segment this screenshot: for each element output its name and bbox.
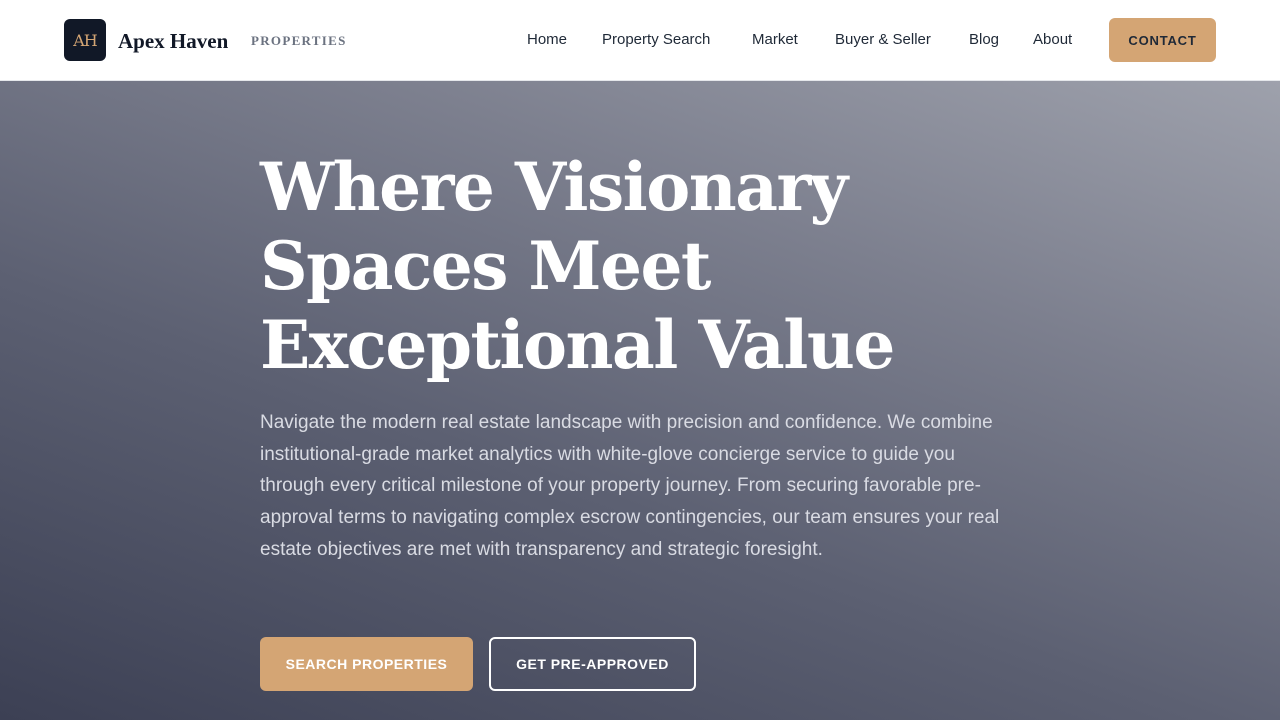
brand-name[interactable]: Apex Haven <box>118 27 228 55</box>
brand-tagline: PROPERTIES <box>251 33 347 48</box>
nav-item-buyer-seller[interactable]: Buyer & Seller <box>835 30 931 50</box>
site-header: AH Apex Haven PROPERTIES Home Property S… <box>0 0 1280 81</box>
logo-mark[interactable]: AH <box>64 19 106 61</box>
hero-title: Where Visionary Spaces Meet Exceptional … <box>260 148 1020 385</box>
hero-title-line: Spaces Meet <box>260 227 711 305</box>
nav-item-property-search[interactable]: Property Search <box>602 30 710 50</box>
contact-button[interactable]: CONTACT <box>1109 18 1216 62</box>
nav-item-blog[interactable]: Blog <box>969 30 999 50</box>
hero-title-line: Exceptional Value <box>260 306 895 384</box>
hero-section: Where Visionary Spaces Meet Exceptional … <box>0 81 1280 720</box>
get-pre-approved-button[interactable]: GET PRE-APPROVED <box>489 637 696 691</box>
nav-item-about[interactable]: About <box>1033 30 1072 50</box>
hero-title-line: Where Visionary <box>260 148 848 226</box>
hero-description: Navigate the modern real estate landscap… <box>260 412 1000 560</box>
nav-item-market[interactable]: Market <box>752 30 798 50</box>
search-properties-button[interactable]: SEARCH PROPERTIES <box>260 637 473 691</box>
nav-item-home[interactable]: Home <box>527 30 567 50</box>
